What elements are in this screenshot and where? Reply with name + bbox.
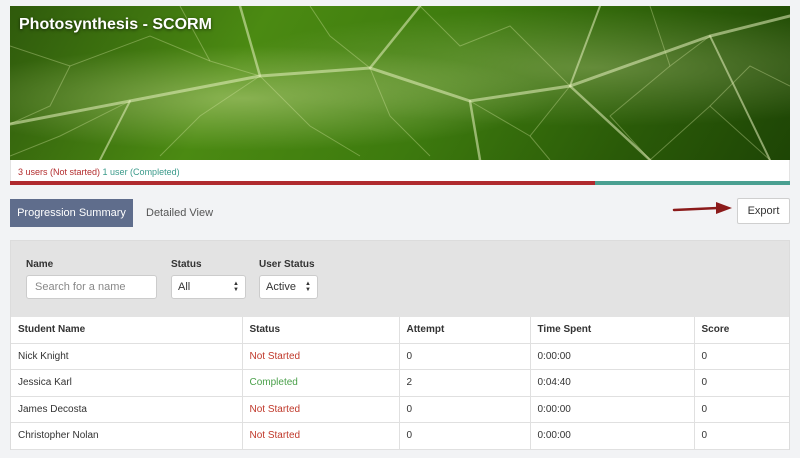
score-cell: 0 xyxy=(694,396,789,423)
attempt-cell: 0 xyxy=(399,343,531,370)
score-cell: 0 xyxy=(694,343,789,370)
time-spent-cell: 0:00:00 xyxy=(530,343,695,370)
status-cell: Not Started xyxy=(242,422,400,450)
progress-bar-not-started xyxy=(10,181,595,185)
status-cell: Completed xyxy=(242,369,400,397)
time-spent-cell: 0:00:00 xyxy=(530,396,695,423)
table-header-row: Student Name Status Attempt Time Spent S… xyxy=(11,317,789,344)
student-progress-table: Student Name Status Attempt Time Spent S… xyxy=(11,317,789,450)
table-row[interactable]: Nick Knight Not Started 0 0:00:00 0 xyxy=(11,343,789,370)
not-started-count: 3 users (Not started) xyxy=(18,167,101,177)
attempt-cell: 0 xyxy=(399,422,531,450)
arrow-right-icon xyxy=(672,202,732,214)
column-header-attempt[interactable]: Attempt xyxy=(399,317,531,344)
student-name: James Decosta xyxy=(11,396,243,423)
time-spent-cell: 0:04:40 xyxy=(530,369,695,397)
user-status-select-value: Active xyxy=(266,281,296,293)
student-name: Christopher Nolan xyxy=(11,422,243,450)
column-header-time-spent[interactable]: Time Spent xyxy=(530,317,695,344)
status-cell: Not Started xyxy=(242,396,400,423)
column-header-status[interactable]: Status xyxy=(242,317,400,344)
updown-arrows-icon: ▲ ▼ xyxy=(305,281,311,293)
score-cell: 0 xyxy=(694,422,789,450)
tab-detailed-view[interactable]: Detailed View xyxy=(146,199,213,227)
filter-bar: Name Status All ▲▼ User Status Active ▲▼ xyxy=(11,241,789,317)
attempt-cell: 0 xyxy=(399,396,531,423)
user-status-filter-label: User Status xyxy=(259,259,315,270)
name-filter-label: Name xyxy=(26,259,54,270)
status-filter-label: Status xyxy=(171,259,202,270)
tab-progression-summary[interactable]: Progression Summary xyxy=(10,199,133,227)
status-select[interactable]: All ▲ ▼ xyxy=(171,275,246,299)
time-spent-cell: 0:00:00 xyxy=(530,422,695,450)
completed-count: 1 user (Completed) xyxy=(102,167,180,177)
attempt-cell: 2 xyxy=(399,369,531,397)
progress-bar-completed xyxy=(595,181,790,185)
status-cell: Not Started xyxy=(242,343,400,370)
name-search-input[interactable] xyxy=(26,275,157,299)
course-banner: Photosynthesis - SCORM xyxy=(10,6,790,160)
user-status-select[interactable]: Active ▲ ▼ xyxy=(259,275,318,299)
table-row[interactable]: James Decosta Not Started 0 0:00:00 0 xyxy=(11,396,789,423)
course-title: Photosynthesis - SCORM xyxy=(19,16,212,33)
progress-bar xyxy=(10,181,790,185)
export-button[interactable]: Export xyxy=(737,198,790,224)
column-header-student-name[interactable]: Student Name xyxy=(11,317,243,344)
results-panel: Name Status All ▲▼ User Status Active ▲▼… xyxy=(10,240,790,450)
updown-arrows-icon: ▲ ▼ xyxy=(233,281,239,293)
student-name: Jessica Karl xyxy=(11,369,243,397)
status-select-value: All xyxy=(178,281,191,293)
score-cell: 0 xyxy=(694,369,789,397)
table-row[interactable]: Jessica Karl Completed 2 0:04:40 0 xyxy=(11,369,789,397)
progress-summary-text: 3 users (Not started) 1 user (Completed) xyxy=(10,160,790,181)
table-row[interactable]: Christopher Nolan Not Started 0 0:00:00 … xyxy=(11,422,789,450)
student-name: Nick Knight xyxy=(11,343,243,370)
column-header-score[interactable]: Score xyxy=(694,317,789,344)
